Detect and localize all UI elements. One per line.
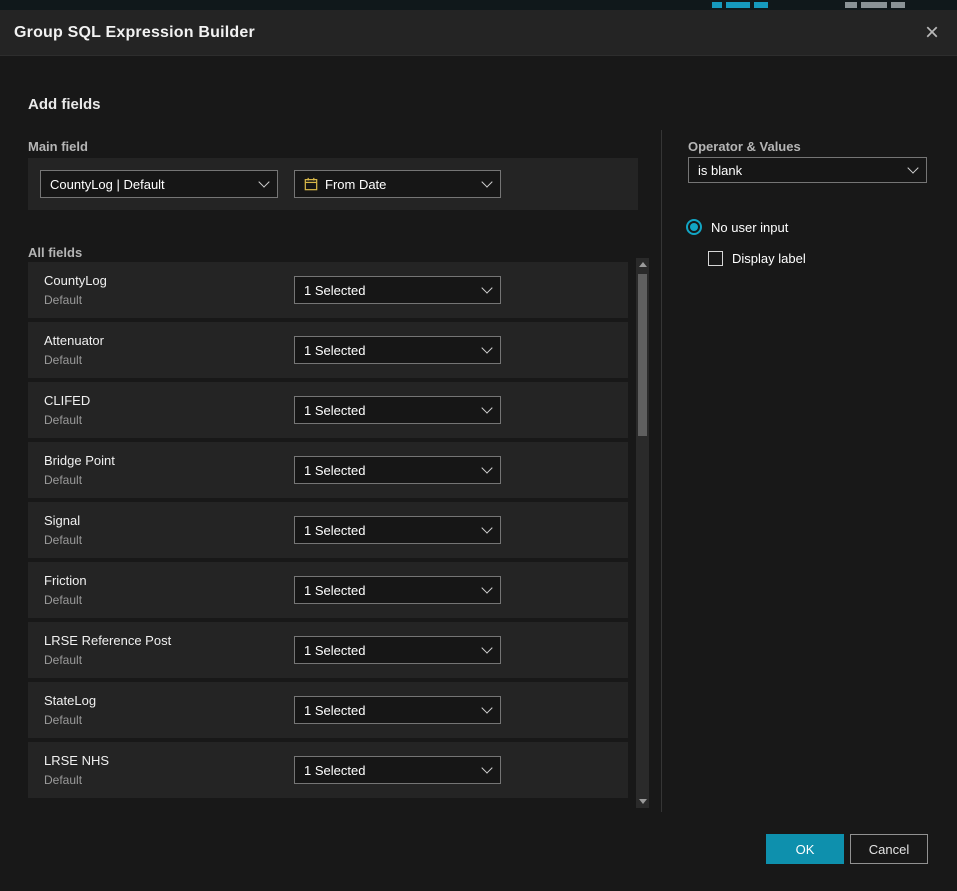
chevron-down-icon [481,642,492,653]
field-selection-value: 1 Selected [304,583,365,598]
operator-dropdown-value: is blank [698,163,742,178]
background-glimpse-fragment [891,2,905,8]
display-label-text: Display label [732,251,806,266]
field-selection-value: 1 Selected [304,523,365,538]
field-selection-dropdown[interactable]: 1 Selected [294,756,501,784]
layer-dropdown-value: CountyLog | Default [50,177,165,192]
field-selection-dropdown[interactable]: 1 Selected [294,516,501,544]
main-field-panel: CountyLog | Default From Date [28,158,638,210]
chevron-down-icon [481,402,492,413]
field-dropdown-value: From Date [325,177,386,192]
field-row: LRSE NHS Default 1 Selected [28,742,628,798]
chevron-down-icon [481,342,492,353]
close-icon[interactable]: × [921,21,943,45]
vertical-divider [661,130,662,812]
field-selection-dropdown[interactable]: 1 Selected [294,696,501,724]
background-glimpse-fragment [845,2,857,8]
field-selection-dropdown[interactable]: 1 Selected [294,636,501,664]
background-glimpse-fragment [712,2,722,8]
chevron-down-icon [481,702,492,713]
field-selection-value: 1 Selected [304,703,365,718]
field-row: Bridge Point Default 1 Selected [28,442,628,498]
scrollbar-thumb[interactable] [638,274,647,436]
add-fields-heading: Add fields [28,96,101,113]
cancel-button[interactable]: Cancel [850,834,928,864]
chevron-down-icon [258,176,269,187]
field-selection-value: 1 Selected [304,283,365,298]
display-label-checkbox[interactable]: Display label [708,251,806,266]
field-row: Friction Default 1 Selected [28,562,628,618]
checkbox-unchecked-icon [708,251,723,266]
all-fields-list: CountyLog Default 1 Selected Attenuator … [28,262,628,802]
background-glimpse-fragment [726,2,750,8]
field-selection-dropdown[interactable]: 1 Selected [294,576,501,604]
operator-dropdown[interactable]: is blank [688,157,927,183]
field-selection-value: 1 Selected [304,343,365,358]
field-selection-dropdown[interactable]: 1 Selected [294,276,501,304]
background-app-glimpse [0,0,957,10]
group-sql-expression-builder-dialog: Group SQL Expression Builder × Add field… [0,10,957,891]
dialog-title: Group SQL Expression Builder [14,24,255,42]
field-row: CLIFED Default 1 Selected [28,382,628,438]
field-selection-value: 1 Selected [304,463,365,478]
field-selection-value: 1 Selected [304,763,365,778]
no-user-input-label: No user input [711,220,788,235]
background-glimpse-fragment [754,2,768,8]
scroll-up-icon[interactable] [636,258,649,271]
field-row: StateLog Default 1 Selected [28,682,628,738]
radio-selected-icon [686,219,702,235]
chevron-down-icon [481,522,492,533]
calendar-icon [304,177,318,191]
background-glimpse-fragment [861,2,887,8]
chevron-down-icon [481,462,492,473]
chevron-down-icon [907,162,918,173]
screen: Group SQL Expression Builder × Add field… [0,0,957,891]
chevron-down-icon [481,582,492,593]
no-user-input-radio[interactable]: No user input [686,219,788,235]
field-row: Attenuator Default 1 Selected [28,322,628,378]
field-selection-dropdown[interactable]: 1 Selected [294,396,501,424]
field-row: Signal Default 1 Selected [28,502,628,558]
scroll-down-icon[interactable] [636,795,649,808]
chevron-down-icon [481,762,492,773]
layer-dropdown[interactable]: CountyLog | Default [40,170,278,198]
ok-button[interactable]: OK [766,834,844,864]
field-row: CountyLog Default 1 Selected [28,262,628,318]
all-fields-label: All fields [28,245,82,260]
scrollbar[interactable] [636,258,649,808]
field-selection-dropdown[interactable]: 1 Selected [294,336,501,364]
chevron-down-icon [481,282,492,293]
field-dropdown[interactable]: From Date [294,170,501,198]
operator-values-heading: Operator & Values [688,139,801,154]
field-selection-dropdown[interactable]: 1 Selected [294,456,501,484]
chevron-down-icon [481,176,492,187]
main-field-label: Main field [28,139,88,154]
field-selection-value: 1 Selected [304,643,365,658]
field-row: LRSE Reference Post Default 1 Selected [28,622,628,678]
field-selection-value: 1 Selected [304,403,365,418]
dialog-titlebar: Group SQL Expression Builder × [0,10,957,56]
